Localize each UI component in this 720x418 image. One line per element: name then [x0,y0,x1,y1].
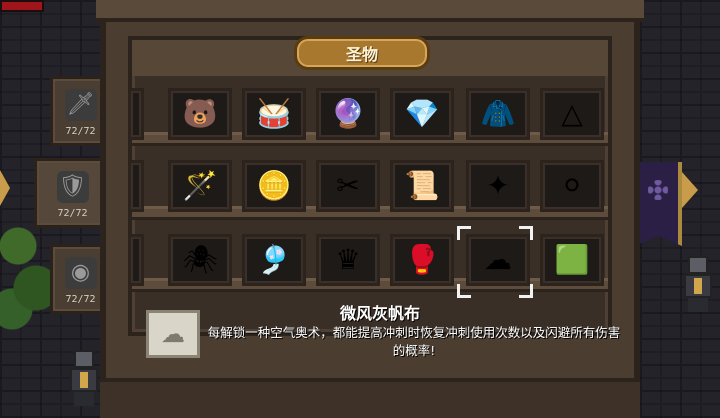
banner-emblem-icon [648,180,668,200]
relic-slot[interactable]: 🧥 [466,88,530,140]
boxing-glove-relic-icon: 🥊 [404,243,440,276]
scroll-relic-icon: 📜 [404,169,440,202]
relic-slot[interactable]: ☁ [466,234,530,286]
health-bar [0,0,44,12]
knight-character [680,256,716,312]
drum-relic-icon: 🥁 [256,97,292,130]
green-gem-relic-icon: 🟩 [554,243,590,276]
gold-coins-relic-icon: 🪙 [256,169,292,202]
blue-cloak-relic-icon: 🧥 [480,97,516,130]
relic-slot[interactable] [128,88,144,140]
triangle-relic-icon: △ [561,97,583,130]
chime-relic-icon: 🎐 [256,243,292,276]
relic-slot[interactable]: 🥊 [390,234,454,286]
relic-slot[interactable]: 🪄 [168,160,232,212]
relic-slot[interactable]: 🎐 [242,234,306,286]
right-arrow-icon[interactable] [682,172,698,208]
cabinet-top [96,0,644,22]
selected-relic-thumbnail: ☁ [146,310,200,358]
relic-slot[interactable]: 🥁 [242,88,306,140]
blue-orb-relic-icon: 🔮 [330,97,366,130]
purple-banner [634,162,682,246]
relic-slot[interactable]: ⚪ [540,160,604,212]
relic-slot[interactable]: ✦ [466,160,530,212]
sword-relic-icon: 🗡 [64,89,97,121]
red-gem-relic-icon: 💎 [404,97,440,130]
page-title: 圣物 [294,36,430,70]
relic-slot[interactable]: 🟩 [540,234,604,286]
magic-wand-relic-icon: 🪄 [182,169,218,202]
bear-relic-icon: 🐻 [182,97,218,130]
crown-relic-icon: ♛ [335,243,361,276]
relic-slot[interactable]: ♛ [316,234,380,286]
knight-character [66,350,102,406]
shield-relic-icon: 🛡 [56,171,89,203]
relic-slot[interactable]: 🔮 [316,88,380,140]
relic-slot[interactable]: ✂ [316,160,380,212]
relic-slot[interactable]: 🐻 [168,88,232,140]
cabinet-base [100,378,640,418]
scissors-relic-icon: ✂ [336,169,360,202]
side-tab-shield[interactable]: 🛡 72/72 [34,158,108,228]
gray-cloth-relic-icon: ☁ [484,243,512,276]
left-arrow-icon[interactable] [0,170,10,206]
relic-name: 微风灰帆布 [339,304,420,323]
tab-count: 72/72 [57,208,88,219]
relic-description: 每解锁一种空气奥术，都能提高冲刺时恢复冲刺使用次数以及闪避所有伤害的概率! [207,325,621,358]
relic-slot[interactable]: 🕷 [168,234,232,286]
spider-relic-icon: 🕷 [182,243,218,276]
relic-slot[interactable] [128,160,144,212]
relic-slot[interactable] [128,234,144,286]
relic-slot[interactable]: △ [540,88,604,140]
crystal-relic-icon: ✦ [486,169,510,202]
relic-slot[interactable]: 💎 [390,88,454,140]
relic-slot[interactable]: 📜 [390,160,454,212]
orb-relic-icon: ◉ [64,257,97,289]
relic-slot[interactable]: 🪙 [242,160,306,212]
silver-orb-relic-icon: ⚪ [560,169,584,202]
gray-cloth-relic-icon: ☁ [161,320,185,348]
